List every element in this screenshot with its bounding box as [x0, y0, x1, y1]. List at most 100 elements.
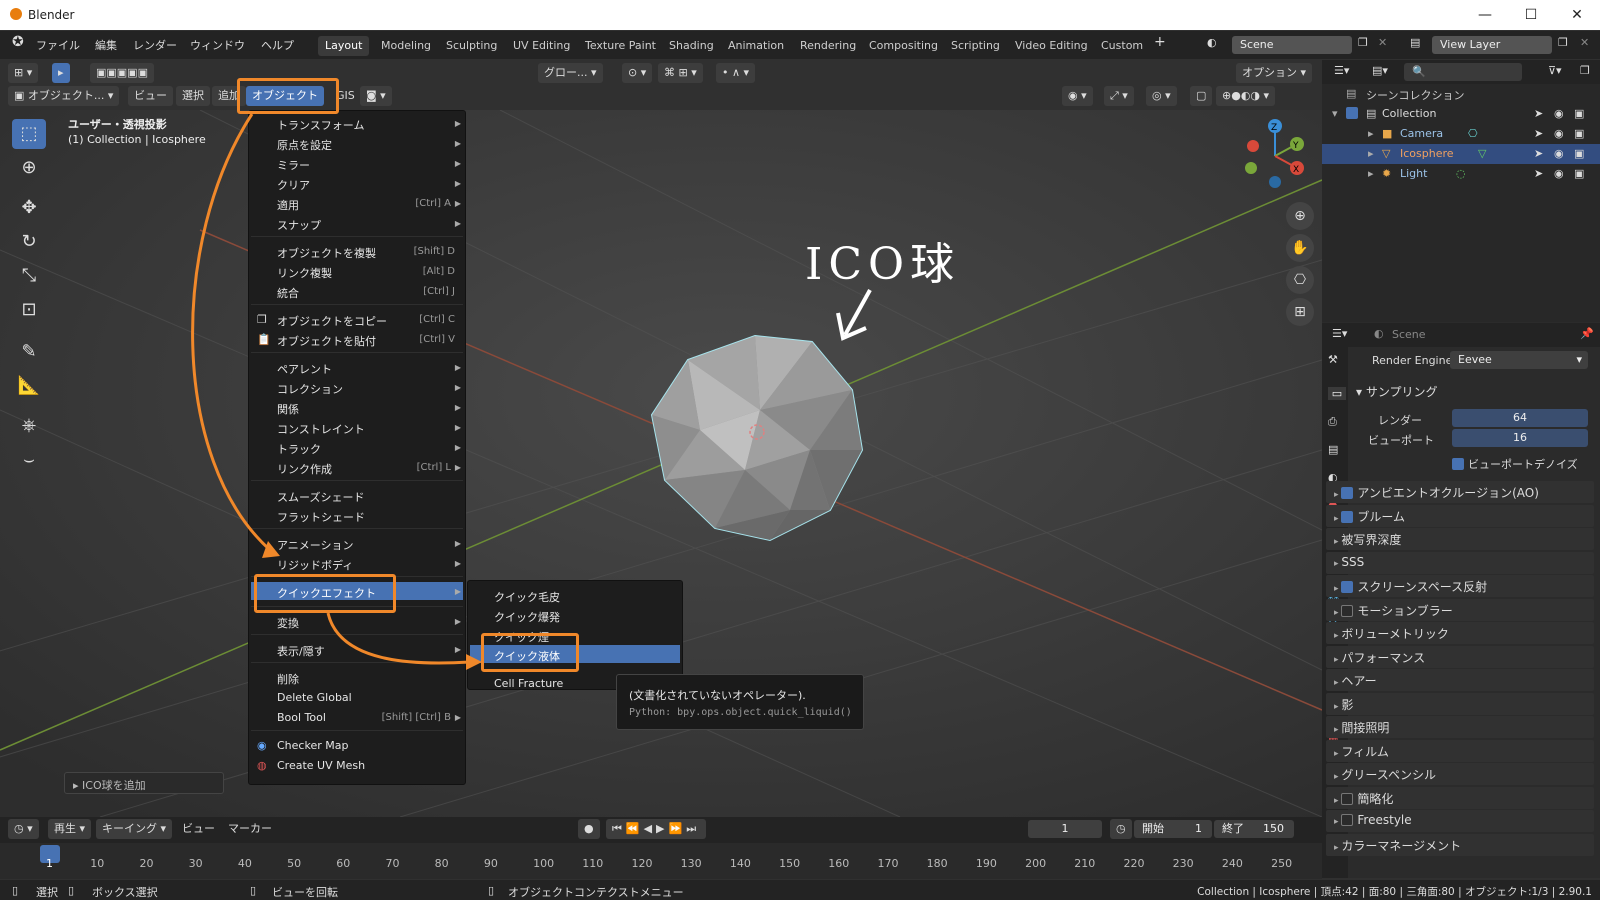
record-button[interactable]: ● — [578, 819, 600, 839]
menu-edit[interactable]: 編集 — [95, 37, 117, 53]
object-menu-item[interactable]: 統合 — [277, 285, 299, 301]
playback-controls[interactable]: ⏮⏪◀▶⏩⏭ — [606, 819, 707, 839]
object-menu-item[interactable]: オブジェクトを貼付 — [277, 333, 376, 349]
tab-shading[interactable]: Shading — [662, 36, 721, 56]
quick-liquid-item[interactable]: クイック液体 — [494, 648, 560, 664]
object-menu-item[interactable]: コレクション — [277, 381, 343, 397]
scale-tool-icon[interactable]: ⤡ — [12, 261, 46, 291]
annotate-tool-icon[interactable]: ✎ — [12, 337, 46, 367]
checkbox-icon[interactable] — [1346, 107, 1362, 120]
object-menu-item[interactable]: フラットシェード — [277, 509, 365, 525]
outliner-row-camera[interactable]: ▸ ■ Camera ⎔ ➤ ◉ ▣ — [1322, 124, 1600, 144]
gis-icon[interactable]: ◙ ▾ — [360, 86, 392, 106]
outliner-search-input[interactable]: 🔍 — [1404, 63, 1522, 81]
sampling-section-header[interactable]: ▾ サンプリング — [1356, 383, 1437, 400]
render-section-header[interactable]: ▸ ボリューメトリック — [1334, 625, 1449, 642]
render-section-header[interactable]: ▸ 間接照明 — [1334, 719, 1389, 736]
select-tool-icon[interactable]: ▸ — [52, 63, 70, 83]
outliner-row-scene-collection[interactable]: ▤ シーンコレクション — [1322, 84, 1600, 104]
object-menu-item[interactable]: ミラー — [277, 157, 310, 173]
pivot-dropdown[interactable]: ⊙ ▾ — [622, 63, 653, 83]
new-collection-icon[interactable]: ❐ — [1580, 64, 1590, 77]
close-button[interactable]: ✕ — [1562, 4, 1592, 26]
maximize-button[interactable]: ☐ — [1516, 4, 1546, 26]
render-section-header[interactable]: ▸ スクリーンスペース反射 — [1334, 578, 1487, 595]
select-box-tool-icon[interactable]: ⬚ — [12, 119, 46, 149]
object-menu-item[interactable]: アニメーション — [277, 537, 354, 553]
menu-render[interactable]: レンダー — [133, 37, 177, 53]
last-operator-panel[interactable]: ▸ ICO球を追加 — [64, 772, 224, 794]
quick-smoke-item[interactable]: クイック煙 — [494, 629, 549, 645]
render-section-header[interactable]: ▸ 簡略化 — [1334, 790, 1393, 807]
menu-object[interactable]: オブジェクト — [246, 86, 324, 106]
properties-editor-type-icon[interactable]: ☰▾ — [1332, 327, 1347, 340]
tab-video-editing[interactable]: Video Editing — [1008, 36, 1095, 56]
render-section-header[interactable]: ▸ ヘアー — [1334, 672, 1377, 689]
render-section-header[interactable]: ▸ カラーマネージメント — [1334, 837, 1461, 854]
render-toggle-icon[interactable]: ▣ — [1574, 107, 1584, 120]
object-menu-item[interactable]: 適用 — [277, 197, 299, 213]
render-section-header[interactable]: ▸ SSS — [1334, 555, 1364, 569]
xray-toggle[interactable]: ▢ — [1190, 86, 1213, 106]
outliner-row-collection[interactable]: ▾ ▤ Collection ➤ ◉ ▣ — [1322, 104, 1600, 124]
copy-scene-icon[interactable]: ❐ — [1358, 36, 1368, 49]
object-menu-item[interactable]: クリア — [277, 177, 310, 193]
render-section-header[interactable]: ▸ 影 — [1334, 696, 1353, 713]
view-layer-tab-icon[interactable]: ▤ — [1328, 443, 1338, 456]
object-menu-item[interactable]: Delete Global — [277, 691, 352, 704]
tab-texture-paint[interactable]: Texture Paint — [578, 36, 663, 56]
object-menu-item[interactable]: オブジェクトをコピー — [277, 313, 387, 329]
eye-icon[interactable]: ◉ — [1554, 167, 1564, 180]
gizmo-toggle[interactable]: ⤢ ▾ — [1104, 86, 1134, 106]
editor-type-button[interactable]: ⊞ ▾ — [8, 63, 39, 83]
timeline-menu-marker[interactable]: マーカー — [222, 819, 278, 839]
timeline-editor-type-icon[interactable]: ◷ ▾ — [8, 819, 39, 839]
mode-dropdown[interactable]: ▣ オブジェクト... ▾ — [8, 86, 120, 106]
menu-gis[interactable]: GIS — [330, 86, 361, 106]
transform-orientation-dropdown[interactable]: グロー... ▾ — [538, 63, 603, 83]
move-tool-icon[interactable]: ✥ — [12, 193, 46, 223]
object-menu-item[interactable]: オブジェクトを複製 — [277, 245, 376, 261]
select-toggle-icon[interactable]: ➤ — [1534, 127, 1543, 140]
object-menu-item[interactable]: スナップ — [277, 217, 321, 233]
render-engine-dropdown[interactable]: Eevee ▾ — [1450, 351, 1588, 369]
shading-mode-buttons[interactable]: ⊕●◐◑ ▾ — [1216, 86, 1276, 106]
menu-help[interactable]: ヘルプ — [261, 37, 294, 53]
object-menu-item[interactable]: クイックエフェクト — [277, 585, 376, 601]
start-frame-field[interactable]: 開始 1 — [1134, 820, 1212, 838]
pan-hand-icon[interactable]: ✋ — [1286, 234, 1314, 262]
render-section-header[interactable]: ▸ モーションブラー — [1334, 602, 1453, 619]
menu-view[interactable]: ビュー — [128, 86, 173, 106]
object-menu-item[interactable]: 表示/隠す — [277, 643, 325, 659]
output-tab-icon[interactable]: ⎙ — [1328, 415, 1337, 429]
display-mode-icon[interactable]: ▤▾ — [1372, 64, 1388, 77]
tab-uv-editing[interactable]: UV Editing — [506, 36, 577, 56]
cursor-tool-icon[interactable]: ⊕ — [12, 153, 46, 183]
proportional-edit-toggle[interactable]: • ∧ ▾ — [716, 63, 756, 83]
object-menu-item[interactable]: Checker Map — [277, 739, 348, 752]
options-dropdown[interactable]: オプション ▾ — [1236, 63, 1313, 83]
zoom-icon[interactable]: ⊕ — [1286, 202, 1314, 230]
render-section-header[interactable]: ▸ 被写界深度 — [1334, 531, 1401, 548]
object-menu-item[interactable]: ペアレント — [277, 361, 332, 377]
tool-tab-icon[interactable]: ⚒ — [1328, 353, 1338, 366]
delete-view-layer-icon[interactable]: ✕ — [1580, 36, 1589, 49]
object-menu-item[interactable]: リジッドボディ — [277, 557, 353, 573]
object-menu-item[interactable]: トラック — [277, 441, 321, 457]
select-toggle-icon[interactable]: ➤ — [1534, 107, 1543, 120]
minimize-button[interactable]: — — [1470, 4, 1500, 26]
object-menu-item[interactable]: コンストレイント — [277, 421, 365, 437]
select-toggle-icon[interactable]: ➤ — [1534, 147, 1543, 160]
filter-icon[interactable]: ⊽▾ — [1548, 64, 1562, 77]
render-toggle-icon[interactable]: ▣ — [1574, 147, 1584, 160]
menu-select[interactable]: 選択 — [176, 86, 210, 106]
object-menu-item[interactable]: Create UV Mesh — [277, 759, 365, 772]
measure-tool-icon[interactable]: 📐 — [12, 371, 46, 401]
object-menu-item[interactable]: トランスフォーム — [277, 117, 364, 133]
object-menu-item[interactable]: Bool Tool — [277, 711, 326, 724]
camera-view-icon[interactable]: ⎔ — [1286, 266, 1314, 294]
blender-menu-icon[interactable]: ✪ — [12, 34, 24, 50]
select-mode-buttons[interactable]: ▣▣▣▣▣ — [90, 63, 154, 83]
copy-view-layer-icon[interactable]: ❐ — [1558, 36, 1568, 49]
view-layer-icon[interactable]: ▤ — [1410, 36, 1420, 49]
